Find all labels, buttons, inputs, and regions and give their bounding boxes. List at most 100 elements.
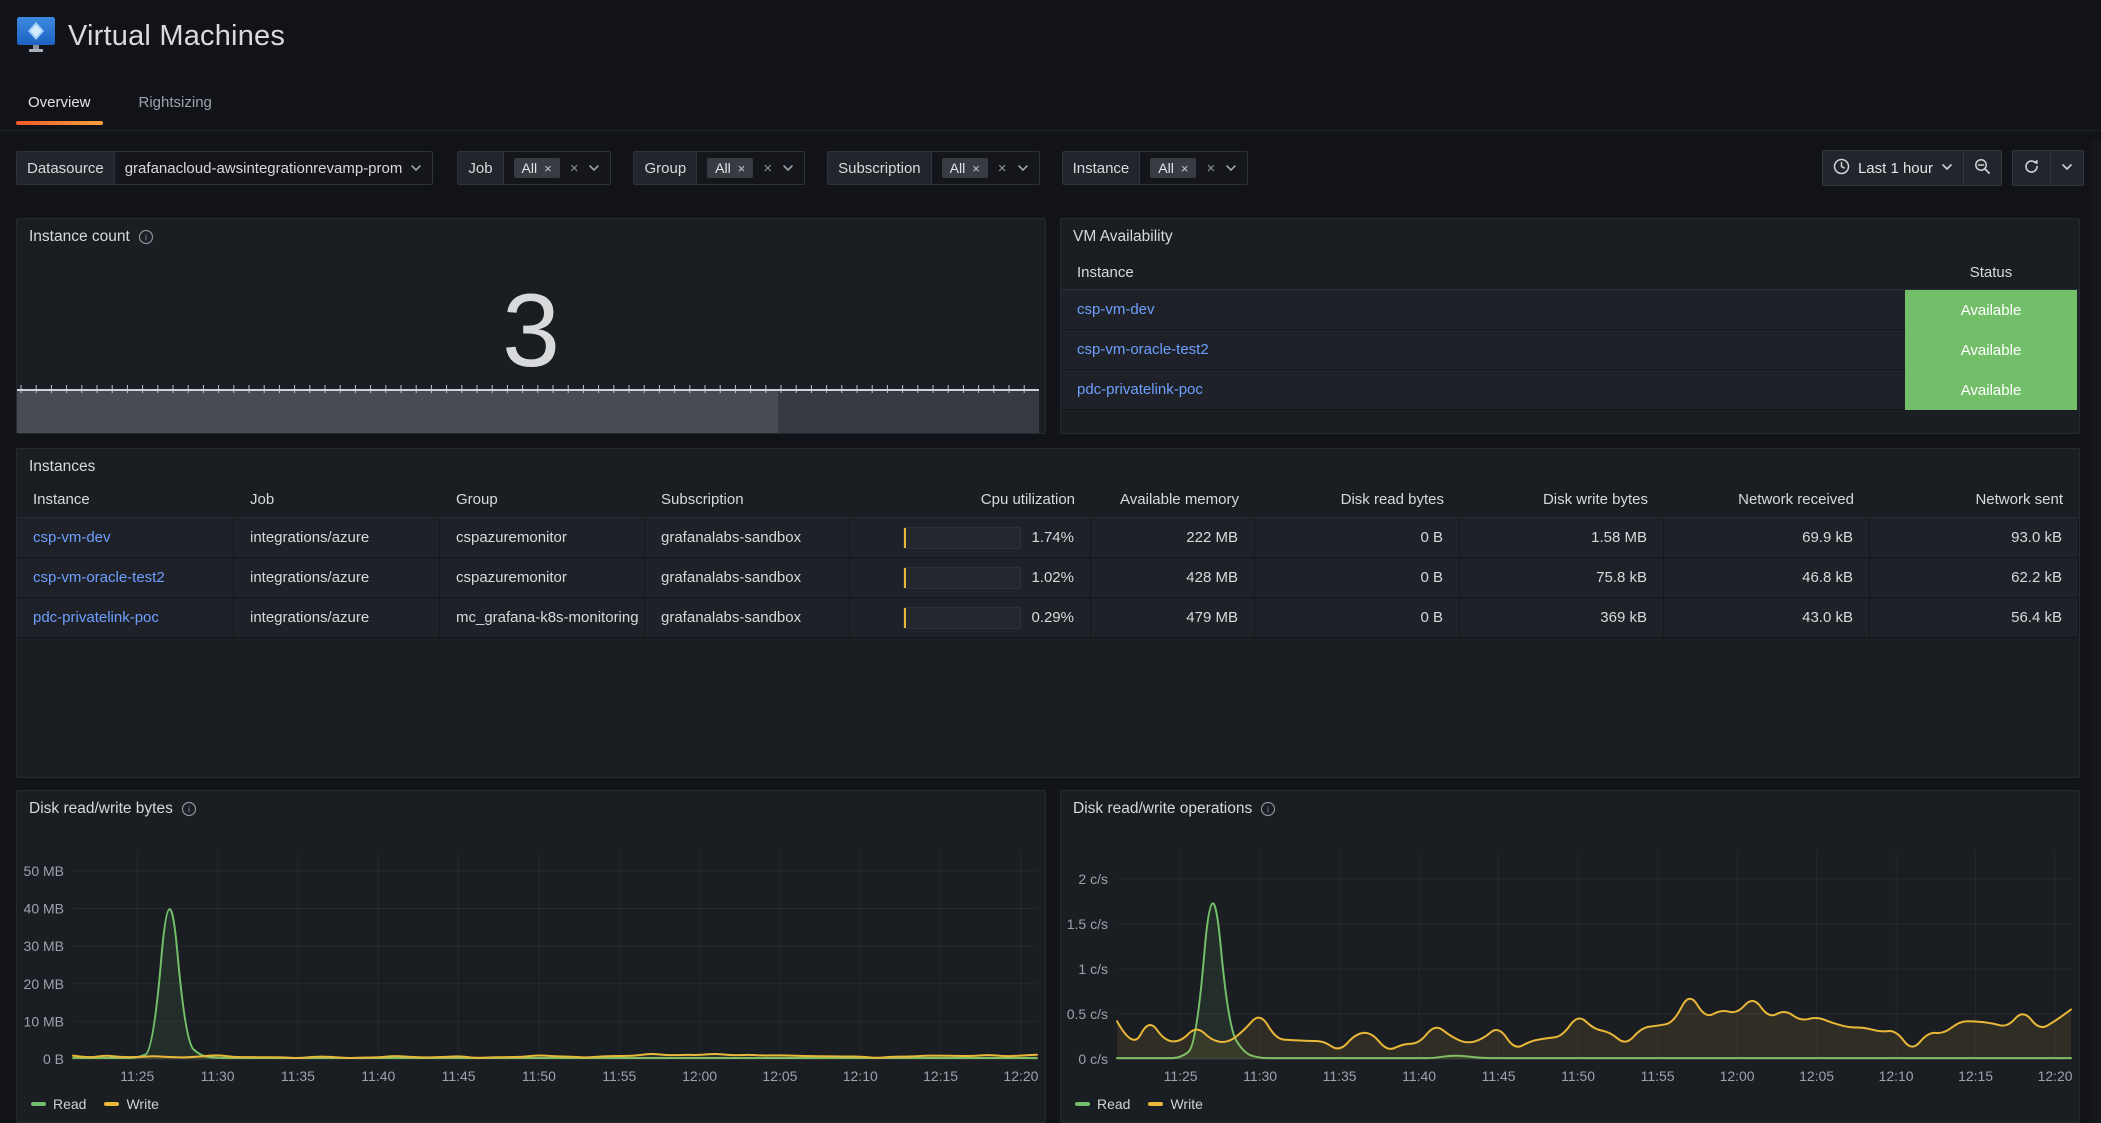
svg-text:i: i xyxy=(188,804,190,814)
instance-link[interactable]: csp-vm-oracle-test2 xyxy=(1077,341,1209,358)
x-axis-tick-label: 11:30 xyxy=(201,1068,235,1084)
time-range-button[interactable]: Last 1 hour xyxy=(1823,151,1963,185)
x-axis-tick-label: 11:35 xyxy=(1323,1068,1357,1084)
network-received-cell: 69.9 kB xyxy=(1664,518,1870,558)
legend-item-write[interactable]: Write xyxy=(104,1096,158,1112)
disk-ops-panel: Disk read/write operations i 0 c/s0.5 c/… xyxy=(1060,790,2080,1123)
clear-filter-icon[interactable]: × xyxy=(761,160,774,177)
tab-rightsizing[interactable]: Rightsizing xyxy=(127,88,224,125)
tab-overview[interactable]: Overview xyxy=(16,88,103,125)
instance-count-sparkline xyxy=(17,385,1039,433)
clear-filter-icon[interactable]: × xyxy=(568,160,581,177)
filter-label: Subscription xyxy=(827,151,931,185)
x-axis-tick-label: 12:20 xyxy=(2038,1068,2073,1084)
clear-filter-icon[interactable]: × xyxy=(996,160,1009,177)
legend-color-dash xyxy=(31,1102,46,1106)
disk-read-bytes-cell: 0 B xyxy=(1255,518,1460,558)
remove-value-icon[interactable]: × xyxy=(738,161,746,176)
info-icon[interactable]: i xyxy=(181,801,197,817)
column-header-instance[interactable]: Instance xyxy=(17,482,234,518)
chevron-down-icon[interactable] xyxy=(410,162,422,174)
refresh-interval-button[interactable] xyxy=(2050,151,2083,185)
x-axis-tick-label: 11:30 xyxy=(1243,1068,1277,1084)
column-header-group[interactable]: Group xyxy=(440,482,645,518)
filter-value-chip[interactable]: All× xyxy=(707,158,753,178)
cpu-value: 0.29% xyxy=(1031,609,1074,626)
column-header-subscription[interactable]: Subscription xyxy=(645,482,850,518)
x-axis-tick-label: 12:00 xyxy=(1720,1068,1755,1084)
filter-instance: InstanceAll×× xyxy=(1062,151,1249,185)
datasource-select[interactable]: grafanacloud-awsintegrationrevamp-prom xyxy=(114,151,434,185)
column-header-status[interactable]: Status xyxy=(1905,264,2077,281)
column-header-cpu-utilization[interactable]: Cpu utilization xyxy=(850,482,1091,518)
y-axis-tick-label: 20 MB xyxy=(24,976,64,992)
remove-value-icon[interactable]: × xyxy=(544,161,552,176)
legend-item-read[interactable]: Read xyxy=(31,1096,86,1112)
scrollbar-track[interactable] xyxy=(2091,140,2101,1123)
refresh-button[interactable] xyxy=(2013,151,2050,185)
x-axis-tick-label: 11:50 xyxy=(1561,1068,1595,1084)
disk-bytes-panel: Disk read/write bytes i 0 B10 MB20 MB30 … xyxy=(16,790,1046,1123)
column-header-disk-read-bytes[interactable]: Disk read bytes xyxy=(1255,482,1460,518)
cpu-utilization-cell: 1.74% xyxy=(850,518,1091,558)
refresh-group xyxy=(2012,150,2084,186)
chart-legend: Read Write xyxy=(31,1096,159,1112)
remove-value-icon[interactable]: × xyxy=(972,161,980,176)
x-axis-tick-label: 12:10 xyxy=(1879,1068,1914,1084)
instances-panel: Instances InstanceJobGroupSubscriptionCp… xyxy=(16,448,2080,778)
datasource-label: Datasource xyxy=(16,151,114,185)
grafana-vm-dashboard: Virtual Machines Overview Rightsizing Da… xyxy=(0,0,2101,1123)
cpu-value: 1.02% xyxy=(1031,569,1074,586)
vm-availability-table-body: csp-vm-devAvailablecsp-vm-oracle-test2Av… xyxy=(1061,290,2079,410)
legend-item-write[interactable]: Write xyxy=(1148,1096,1202,1112)
filter-select[interactable]: All×× xyxy=(503,151,612,185)
instances-table-header: InstanceJobGroupSubscriptionCpu utilizat… xyxy=(17,482,2079,518)
x-axis-tick-label: 11:40 xyxy=(1402,1068,1436,1084)
subscription-cell: grafanalabs-sandbox xyxy=(645,598,850,638)
column-header-network-sent[interactable]: Network sent xyxy=(1870,482,2079,518)
disk-read-bytes-cell: 0 B xyxy=(1255,598,1460,638)
status-badge: Available xyxy=(1905,290,2077,330)
filter-select[interactable]: All×× xyxy=(1139,151,1248,185)
x-axis-tick-label: 11:55 xyxy=(1641,1068,1675,1084)
instance-cell: csp-vm-dev xyxy=(1061,290,1905,330)
filter-select[interactable]: All×× xyxy=(931,151,1040,185)
legend-item-read[interactable]: Read xyxy=(1075,1096,1130,1112)
disk-ops-chart: 0 c/s0.5 c/s1 c/s1.5 c/s2 c/s11:2511:301… xyxy=(1061,825,2079,1090)
instance-link[interactable]: csp-vm-dev xyxy=(1077,301,1155,318)
filter-value-chip[interactable]: All× xyxy=(514,158,560,178)
chevron-down-icon[interactable] xyxy=(1225,162,1237,174)
chevron-down-icon[interactable] xyxy=(588,162,600,174)
instance-link[interactable]: pdc-privatelink-poc xyxy=(33,609,159,626)
disk-bytes-chart: 0 B10 MB20 MB30 MB40 MB50 MB11:2511:3011… xyxy=(17,825,1045,1090)
chevron-down-icon[interactable] xyxy=(1017,162,1029,174)
time-picker-group: Last 1 hour xyxy=(1822,150,2002,186)
info-icon[interactable]: i xyxy=(138,229,154,245)
network-sent-cell: 93.0 kB xyxy=(1870,518,2079,558)
instance-link[interactable]: pdc-privatelink-poc xyxy=(1077,381,1203,398)
x-axis-tick-label: 11:25 xyxy=(120,1068,154,1084)
info-icon[interactable]: i xyxy=(1260,801,1276,817)
instance-link[interactable]: csp-vm-dev xyxy=(33,529,111,546)
filter-subscription: SubscriptionAll×× xyxy=(827,151,1039,185)
column-header-available-memory[interactable]: Available memory xyxy=(1091,482,1255,518)
cpu-bar-gauge xyxy=(903,607,1021,629)
column-header-network-received[interactable]: Network received xyxy=(1664,482,1870,518)
available-memory-cell: 479 MB xyxy=(1091,598,1255,638)
instance-link[interactable]: csp-vm-oracle-test2 xyxy=(33,569,165,586)
svg-text:i: i xyxy=(145,232,147,242)
filter-value-chip[interactable]: All× xyxy=(942,158,988,178)
chevron-down-icon[interactable] xyxy=(782,162,794,174)
zoom-out-button[interactable] xyxy=(1963,151,2001,185)
remove-value-icon[interactable]: × xyxy=(1181,161,1189,176)
clear-filter-icon[interactable]: × xyxy=(1204,160,1217,177)
column-header-instance[interactable]: Instance xyxy=(1061,264,1905,281)
filter-select[interactable]: All×× xyxy=(696,151,805,185)
y-axis-tick-label: 40 MB xyxy=(24,901,64,917)
x-axis-tick-label: 12:15 xyxy=(1958,1068,1993,1084)
column-header-job[interactable]: Job xyxy=(234,482,440,518)
instance-cell: csp-vm-oracle-test2 xyxy=(17,558,234,598)
group-cell: cspazuremonitor xyxy=(440,558,645,598)
filter-value-chip[interactable]: All× xyxy=(1150,158,1196,178)
column-header-disk-write-bytes[interactable]: Disk write bytes xyxy=(1460,482,1664,518)
